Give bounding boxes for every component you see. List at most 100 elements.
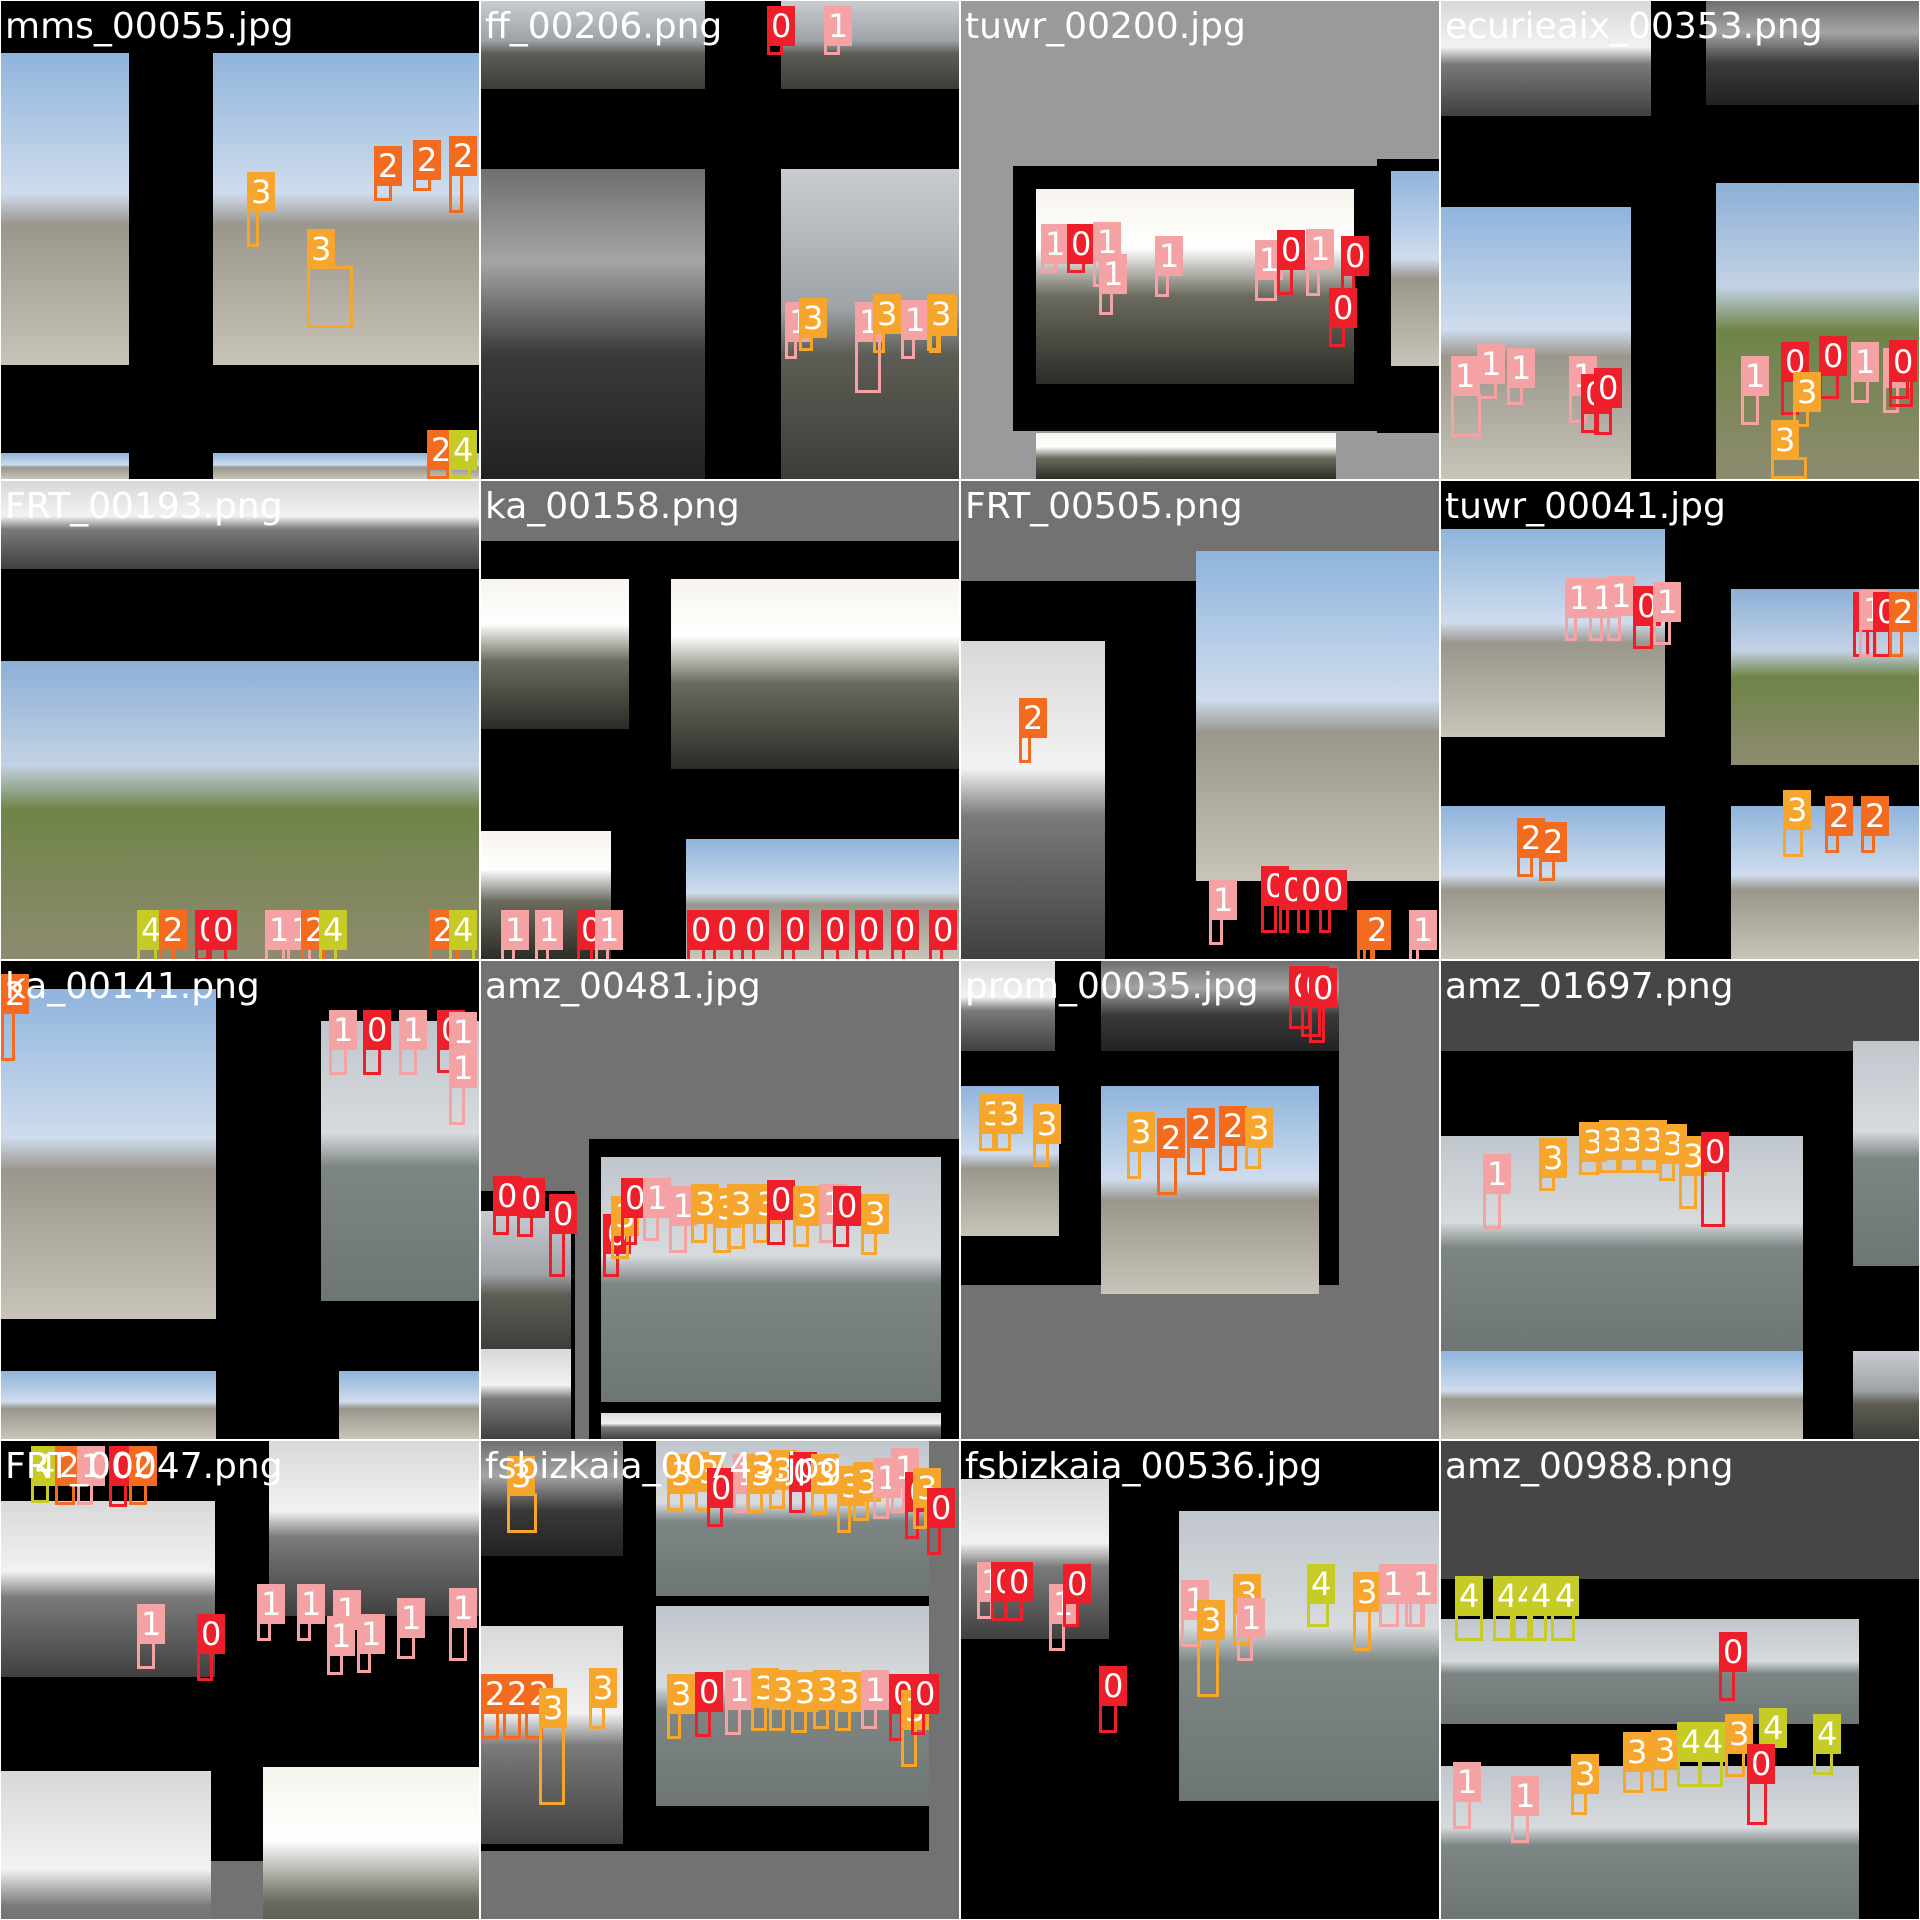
scene-photo xyxy=(1441,1766,1859,1919)
detection-class-label: 1 xyxy=(1451,356,1480,396)
detection-box: 3 xyxy=(747,1454,776,1513)
detection-class-label: 3 xyxy=(1793,372,1822,412)
detection-box: 3 xyxy=(247,172,276,247)
detection-box: 1 xyxy=(1237,1598,1266,1661)
detection-class-label: 0 xyxy=(929,910,958,950)
detection-class-label: 3 xyxy=(793,1186,822,1226)
mosaic-tile: mms_00055.jpg 3 3 2 2 2 2 4 xyxy=(1,1,479,479)
detection-class-label: 1 xyxy=(501,910,530,950)
detection-box: 1 xyxy=(1607,576,1636,641)
detection-box: 0 xyxy=(891,910,920,959)
detection-class-label: 1 xyxy=(1041,224,1070,264)
scene-photo xyxy=(961,641,1105,959)
scene-photo xyxy=(1853,1351,1919,1439)
detection-class-label: 1 xyxy=(1741,356,1770,396)
detection-class-label: 2 xyxy=(1539,822,1568,862)
detection-class-label: 4 xyxy=(449,430,478,470)
detection-box: 0 xyxy=(1719,1632,1748,1701)
detection-box: 0 xyxy=(855,910,884,959)
mosaic-tile: amz_01697.png 1 3 3 3 3 3 3 3 0 xyxy=(1441,961,1919,1439)
detection-class-label: 0 xyxy=(767,6,796,46)
detection-box: 1 xyxy=(824,6,853,55)
detection-box: 2 xyxy=(1363,910,1392,959)
detection-box: 1 xyxy=(1477,344,1506,399)
detection-box: 3 xyxy=(1033,1104,1062,1167)
detection-class-label: 0 xyxy=(767,1180,796,1220)
detection-box: 0 xyxy=(577,910,606,959)
detection-box: 1 xyxy=(873,1458,902,1519)
scene-photo xyxy=(671,579,959,769)
detection-box: 3 xyxy=(1771,420,1807,479)
detection-box: 0 xyxy=(687,910,716,959)
detection-box: 1 xyxy=(1589,578,1618,641)
detection-box: 0 xyxy=(1594,368,1623,435)
detection-class-label: 1 xyxy=(329,1010,358,1050)
mosaic-tile: FRT_00505.png221210000 xyxy=(961,481,1439,959)
detection-class-label: 0 xyxy=(1819,336,1848,376)
detection-class-label: 0 xyxy=(1341,236,1370,276)
detection-box: 1 xyxy=(1255,240,1284,301)
detection-box: 0 xyxy=(929,910,958,959)
detection-box: 1 xyxy=(1209,880,1238,945)
detection-class-label: 1 xyxy=(1209,880,1238,920)
detection-class-label: 0 xyxy=(1747,1744,1776,1784)
tile-filename: fsbizkaia_00743.jpg xyxy=(485,1446,843,1487)
tile-filename: ff_00206.png xyxy=(485,6,723,47)
scene-photo xyxy=(601,1413,941,1439)
detection-box: 1 xyxy=(297,1584,326,1641)
detection-class-label: 1 xyxy=(725,1670,754,1710)
detection-class-label: 2 xyxy=(159,910,188,950)
detection-box: 0 xyxy=(821,910,850,959)
detection-box: 3 xyxy=(813,1670,842,1729)
detection-box: 1 xyxy=(137,1604,166,1669)
detection-class-label: 0 xyxy=(549,1194,578,1234)
detection-box: 0 xyxy=(1297,870,1326,933)
scene-photo xyxy=(1716,183,1919,479)
detection-class-label: 2 xyxy=(1825,796,1854,836)
detection-class-label: 0 xyxy=(741,910,770,950)
detection-box: 3 xyxy=(1539,1138,1568,1191)
detection-box: 1 xyxy=(1565,578,1594,641)
detection-class-label: 3 xyxy=(307,229,336,269)
detection-box: 4 xyxy=(1699,1722,1728,1787)
detection-class-label: 1 xyxy=(1851,342,1880,382)
detection-box: 3 xyxy=(1579,1122,1608,1175)
detection-class-label: 2 xyxy=(1187,1108,1216,1148)
detection-box: 2 xyxy=(1187,1108,1216,1175)
detection-box: 4 xyxy=(1551,1576,1580,1641)
detection-class-label: 0 xyxy=(855,910,884,950)
detection-class-label: 1 xyxy=(1099,254,1128,294)
detection-class-label: 0 xyxy=(1889,342,1918,382)
detection-box: 1 xyxy=(329,1010,358,1075)
detection-box: 2 xyxy=(1539,822,1568,881)
detection-box: 2 xyxy=(413,140,442,191)
detection-class-label: 1 xyxy=(297,1584,326,1624)
detection-box: 0 xyxy=(493,1176,522,1235)
detection-box: 3 xyxy=(793,1186,822,1247)
detection-box: 4 xyxy=(1493,1576,1522,1641)
scene-photo xyxy=(1036,433,1336,479)
detection-box: 4 xyxy=(449,910,478,959)
detection-class-label: 1 xyxy=(595,910,624,950)
mosaic-tile: ka_00158.png000100000000101011 xyxy=(481,481,959,959)
scene-photo xyxy=(1196,551,1439,881)
detection-box: 3 xyxy=(995,1094,1024,1151)
detection-box: 0 xyxy=(707,1468,736,1527)
detection-box: 3 xyxy=(837,1466,866,1533)
detection-class-label: 1 xyxy=(1507,348,1536,388)
detection-class-label: 0 xyxy=(713,910,742,950)
detection-box: 0 xyxy=(713,910,742,959)
tile-filename: FRT_00193.png xyxy=(5,486,283,527)
detection-box: 0 xyxy=(1633,586,1662,649)
detection-box: 0 xyxy=(789,1452,818,1513)
scene-photo xyxy=(1,989,216,1319)
detection-box: 3 xyxy=(1599,1120,1628,1173)
detection-box: 1 xyxy=(327,1616,356,1675)
detection-class-label: 1 xyxy=(1511,1776,1540,1816)
detection-box: 3 xyxy=(979,1094,1008,1151)
scene-photo xyxy=(1441,207,1631,479)
detection-class-label: 0 xyxy=(209,910,238,950)
detection-box: 1 xyxy=(1155,236,1184,297)
detection-box: 1 xyxy=(785,302,814,359)
detection-box: 2 xyxy=(1825,796,1854,853)
